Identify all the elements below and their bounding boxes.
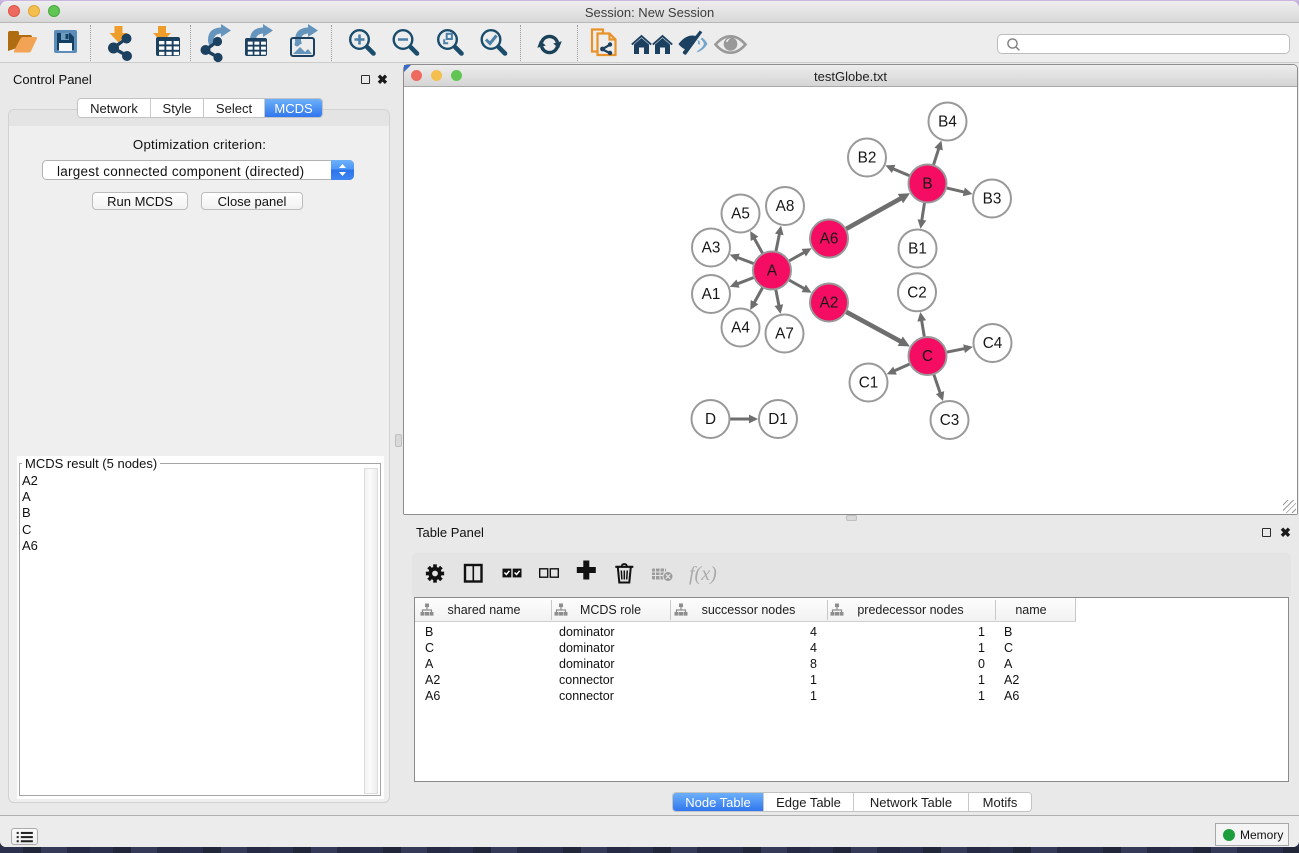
svg-text:A2: A2 [820, 295, 839, 312]
svg-text:A1: A1 [702, 286, 721, 303]
svg-text:C: C [922, 348, 933, 365]
svg-text:B1: B1 [908, 241, 927, 258]
svg-text:A6: A6 [820, 231, 839, 248]
svg-text:C1: C1 [859, 375, 879, 392]
svg-text:A: A [767, 263, 778, 280]
svg-text:A5: A5 [731, 206, 750, 223]
svg-text:C4: C4 [983, 335, 1003, 352]
svg-text:D1: D1 [768, 411, 788, 428]
svg-text:f(x): f(x) [689, 563, 717, 585]
svg-text:D: D [705, 411, 716, 428]
svg-text:B: B [922, 176, 932, 193]
svg-text:C3: C3 [940, 412, 960, 429]
svg-text:B2: B2 [858, 150, 877, 167]
svg-text:A7: A7 [775, 326, 794, 343]
svg-text:C2: C2 [907, 284, 927, 301]
svg-text:B4: B4 [938, 114, 957, 131]
svg-text:A4: A4 [731, 320, 750, 337]
svg-text:A8: A8 [776, 198, 795, 215]
svg-text:A3: A3 [702, 240, 721, 257]
svg-text:B3: B3 [983, 191, 1002, 208]
